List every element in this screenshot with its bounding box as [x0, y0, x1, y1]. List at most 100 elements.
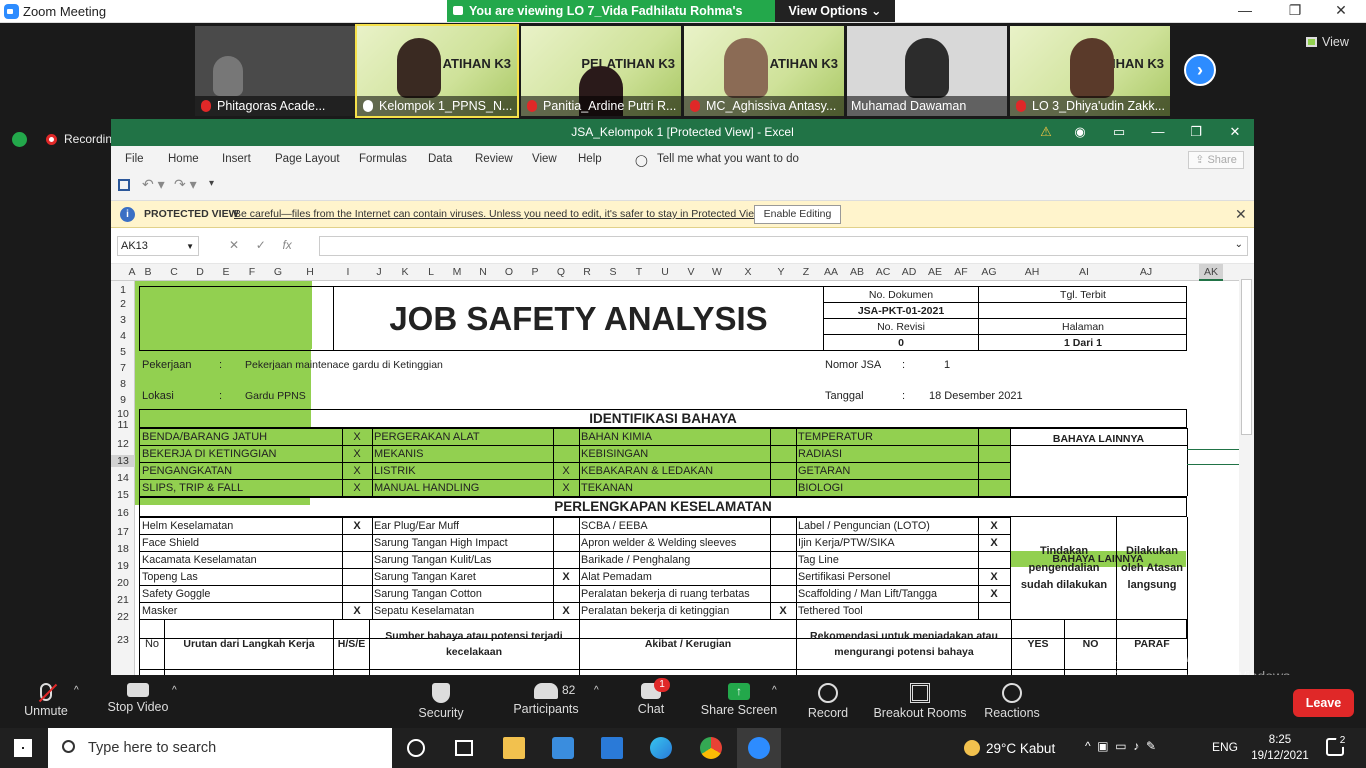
row-header[interactable]: 19: [111, 560, 135, 572]
column-header[interactable]: C: [162, 266, 186, 278]
column-header[interactable]: AG: [977, 266, 1001, 278]
column-header[interactable]: H: [298, 266, 322, 278]
row-header[interactable]: 23: [111, 634, 135, 646]
column-header[interactable]: G: [266, 266, 290, 278]
reactions-button[interactable]: Reactions: [982, 675, 1042, 727]
column-header[interactable]: AJ: [1134, 266, 1158, 278]
tab-file[interactable]: File: [125, 153, 144, 165]
column-header[interactable]: Y: [769, 266, 793, 278]
share-button[interactable]: ⇪ Share: [1188, 151, 1244, 169]
view-options-button[interactable]: View Options ⌄: [775, 0, 895, 22]
stop-video-button[interactable]: Stop Video: [104, 675, 172, 727]
column-header[interactable]: B: [136, 266, 160, 278]
chevron-up-icon[interactable]: ^: [74, 685, 79, 696]
tab-data[interactable]: Data: [428, 153, 452, 165]
close-icon[interactable]: ✕: [1235, 206, 1247, 223]
shield-icon[interactable]: [12, 132, 27, 147]
scrollbar-thumb[interactable]: [1241, 279, 1252, 435]
row-header[interactable]: 15: [111, 489, 135, 501]
row-header[interactable]: 11: [111, 419, 135, 431]
ribbon-display-icon[interactable]: ▭: [1104, 124, 1134, 140]
chrome-icon[interactable]: [700, 737, 722, 759]
view-button[interactable]: View: [1306, 35, 1349, 49]
tab-formulas[interactable]: Formulas: [359, 153, 407, 165]
task-view-icon[interactable]: [455, 740, 473, 756]
row-header[interactable]: 1: [111, 284, 135, 296]
cortana-icon[interactable]: [407, 739, 425, 757]
tab-page-layout[interactable]: Page Layout: [275, 153, 340, 165]
weather-widget[interactable]: 29°C Kabut: [964, 740, 1055, 756]
column-header[interactable]: AB: [845, 266, 869, 278]
column-header[interactable]: AF: [949, 266, 973, 278]
close-button[interactable]: ✕: [1220, 124, 1250, 140]
selected-cell[interactable]: [1187, 449, 1239, 465]
row-header[interactable]: 8: [111, 378, 135, 390]
column-header[interactable]: D: [188, 266, 212, 278]
column-header[interactable]: AC: [871, 266, 895, 278]
row-header[interactable]: 20: [111, 577, 135, 589]
column-header[interactable]: AD: [897, 266, 921, 278]
column-header[interactable]: AH: [1020, 266, 1044, 278]
row-header[interactable]: 22: [111, 611, 135, 623]
row-header[interactable]: 17: [111, 526, 135, 538]
chevron-up-icon[interactable]: ^: [772, 685, 777, 696]
column-header[interactable]: R: [575, 266, 599, 278]
row-header[interactable]: 21: [111, 594, 135, 606]
row-header[interactable]: 7: [111, 362, 135, 374]
column-header[interactable]: T: [627, 266, 651, 278]
participant-tile[interactable]: ATIHAN K3 LO 3_Dhiya'udin Zakk...: [1010, 26, 1170, 116]
language-indicator[interactable]: ENG: [1212, 740, 1238, 754]
unmute-button[interactable]: Unmute: [18, 675, 74, 727]
maximize-button[interactable]: ❐: [1280, 2, 1310, 20]
column-header[interactable]: U: [653, 266, 677, 278]
formula-input[interactable]: ⌄: [319, 236, 1248, 256]
chevron-up-icon[interactable]: ^: [172, 685, 177, 696]
column-header[interactable]: S: [601, 266, 625, 278]
row-header[interactable]: 5: [111, 346, 135, 358]
row-header[interactable]: 4: [111, 330, 135, 342]
undo-icon[interactable]: ↶ ▾: [142, 176, 165, 193]
row-header[interactable]: 9: [111, 394, 135, 406]
column-header[interactable]: AA: [819, 266, 843, 278]
minimize-button[interactable]: —: [1230, 2, 1260, 20]
share-screen-button[interactable]: ↑ Share Screen: [700, 675, 778, 727]
tab-view[interactable]: View: [532, 153, 557, 165]
row-header[interactable]: 14: [111, 472, 135, 484]
name-box[interactable]: AK13 ▼: [117, 236, 199, 256]
warning-icon[interactable]: ⚠: [1031, 124, 1061, 140]
minimize-button[interactable]: —: [1143, 124, 1173, 139]
row-header[interactable]: 18: [111, 543, 135, 555]
file-explorer-icon[interactable]: [503, 737, 525, 759]
protected-view-message[interactable]: Be careful—files from the Internet can c…: [234, 208, 764, 220]
taskbar-search-input[interactable]: Type here to search: [48, 728, 392, 768]
row-header[interactable]: 2: [111, 298, 135, 310]
store-icon[interactable]: [552, 737, 574, 759]
column-header[interactable]: AI: [1072, 266, 1096, 278]
gallery-next-button[interactable]: ›: [1184, 54, 1216, 86]
column-header[interactable]: F: [240, 266, 264, 278]
tab-review[interactable]: Review: [475, 153, 513, 165]
column-header[interactable]: O: [497, 266, 521, 278]
record-button[interactable]: Record: [804, 675, 852, 727]
participant-tile[interactable]: ATIHAN K3 MC_Aghissiva Antasy...: [684, 26, 844, 116]
column-header[interactable]: W: [705, 266, 729, 278]
column-header[interactable]: I: [336, 266, 360, 278]
column-header[interactable]: AK: [1199, 264, 1223, 281]
tab-home[interactable]: Home: [168, 153, 199, 165]
windows-start-icon[interactable]: [14, 739, 32, 757]
column-header[interactable]: V: [679, 266, 703, 278]
row-header[interactable]: 12: [111, 438, 135, 450]
customize-qat-icon[interactable]: ▾: [209, 178, 214, 189]
maximize-button[interactable]: ❐: [1181, 124, 1211, 140]
column-header[interactable]: M: [445, 266, 469, 278]
worksheet[interactable]: JOB SAFETY ANALYSIS No. Dokumen Tgl. Ter…: [135, 281, 1239, 675]
taskbar-clock[interactable]: 8:25 19/12/2021: [1248, 732, 1312, 764]
edge-icon[interactable]: [650, 737, 672, 759]
tab-insert[interactable]: Insert: [222, 153, 251, 165]
chevron-up-icon[interactable]: ^: [594, 685, 599, 696]
participant-tile[interactable]: Phitagoras Acade...: [195, 26, 355, 116]
row-header[interactable]: 3: [111, 314, 135, 326]
mail-icon[interactable]: [601, 737, 623, 759]
column-header[interactable]: E: [214, 266, 238, 278]
row-header[interactable]: 13: [111, 455, 135, 467]
